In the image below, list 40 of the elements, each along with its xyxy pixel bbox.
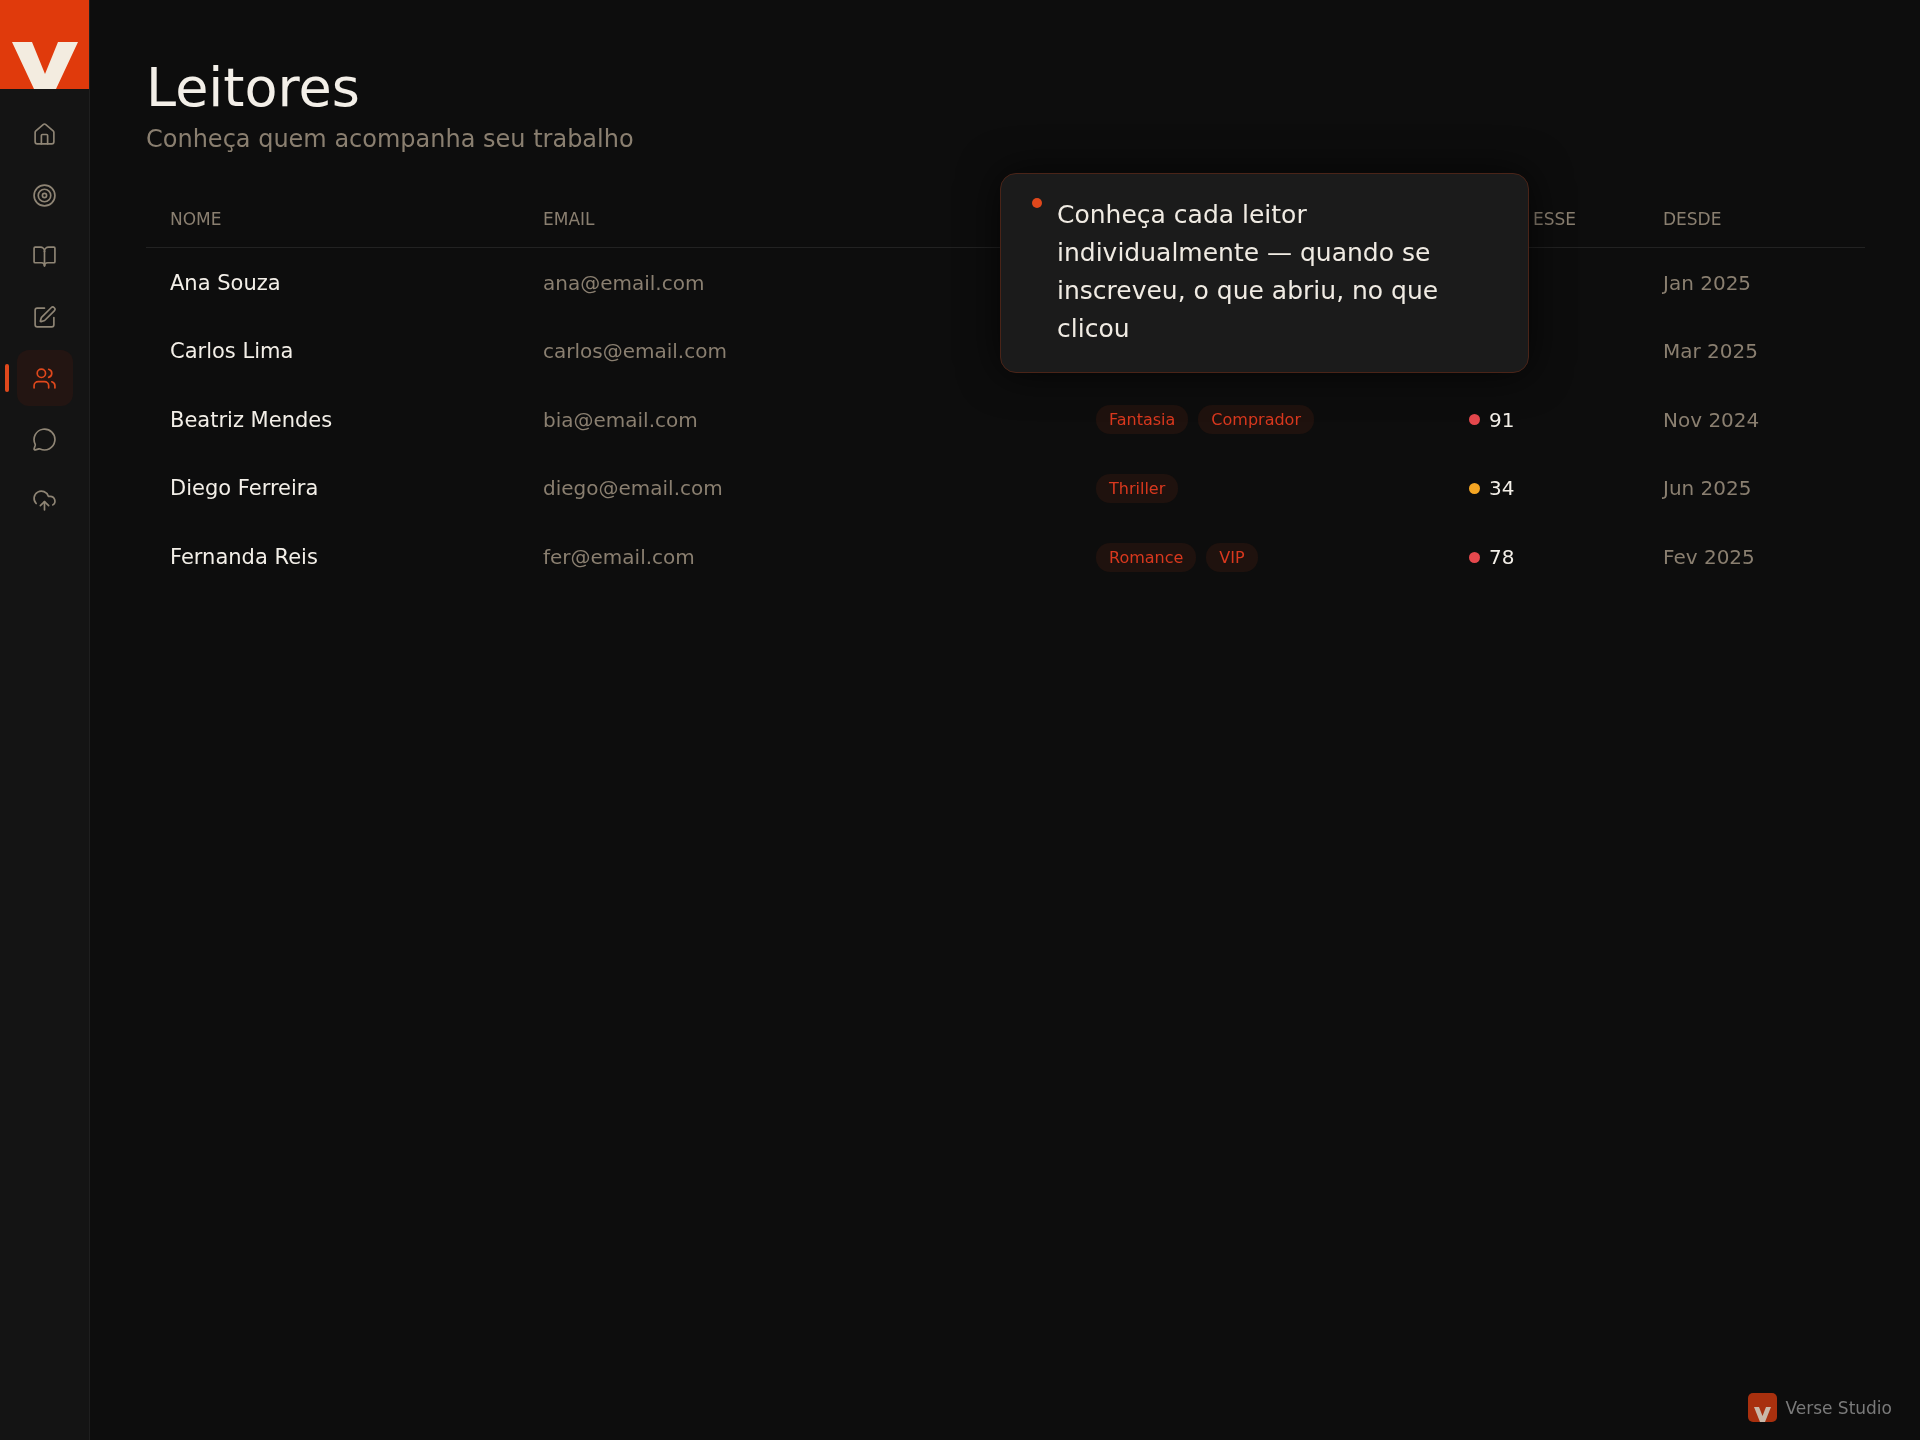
interest-score: 91 (1489, 407, 1515, 432)
column-header: DESDE (1663, 209, 1723, 230)
tag: Romance (1096, 542, 1197, 572)
logo-icon (1748, 1393, 1778, 1422)
target-icon (32, 182, 57, 208)
reader-name: Diego Ferreira (170, 476, 320, 501)
reader-name: Beatriz Mendes (170, 407, 334, 432)
chat-icon (32, 426, 57, 452)
reader-name: Carlos Lima (170, 339, 295, 364)
tag: Fantasia (1096, 405, 1189, 435)
sidebar-item[interactable] (16, 350, 73, 406)
logo-icon (11, 42, 78, 89)
users-icon (32, 365, 57, 391)
bullet-dot (1032, 198, 1042, 208)
column-header: NOME (170, 209, 223, 230)
tag: Thriller (1096, 473, 1179, 503)
column-header: ESSE (1532, 209, 1578, 230)
tag: Comprador (1198, 405, 1314, 435)
book-icon (32, 243, 57, 269)
reader-email: carlos@email.com (543, 339, 728, 364)
reader-email: fer@email.com (543, 545, 696, 570)
home-icon (32, 121, 57, 147)
reader-email: bia@email.com (543, 407, 699, 432)
page-title: Leitores (146, 58, 361, 118)
subscribed-since: Fev 2025 (1663, 545, 1756, 570)
interest-score: 34 (1489, 476, 1515, 501)
upload-icon (32, 487, 57, 513)
edit-icon (32, 304, 57, 330)
tooltip-text: Conheça cada leitor individualmente — quando se inscreveu, o que abriu, no que clicou (1057, 199, 1440, 345)
page-subtitle: Conheça quem acompanha seu trabalho (146, 125, 635, 154)
subscribed-since: Jan 2025 (1663, 270, 1753, 295)
subscribed-since: Nov 2024 (1663, 407, 1761, 432)
tag: VIP (1206, 542, 1258, 572)
reader-email: diego@email.com (543, 476, 724, 501)
reader-name: Ana Souza (170, 270, 282, 295)
reader-name: Fernanda Reis (170, 545, 319, 570)
subscribed-since: Jun 2025 (1663, 476, 1753, 501)
brand-name: Verse Studio (1785, 1397, 1892, 1418)
interest-score: 78 (1489, 545, 1515, 570)
subscribed-since: Mar 2025 (1663, 339, 1759, 364)
